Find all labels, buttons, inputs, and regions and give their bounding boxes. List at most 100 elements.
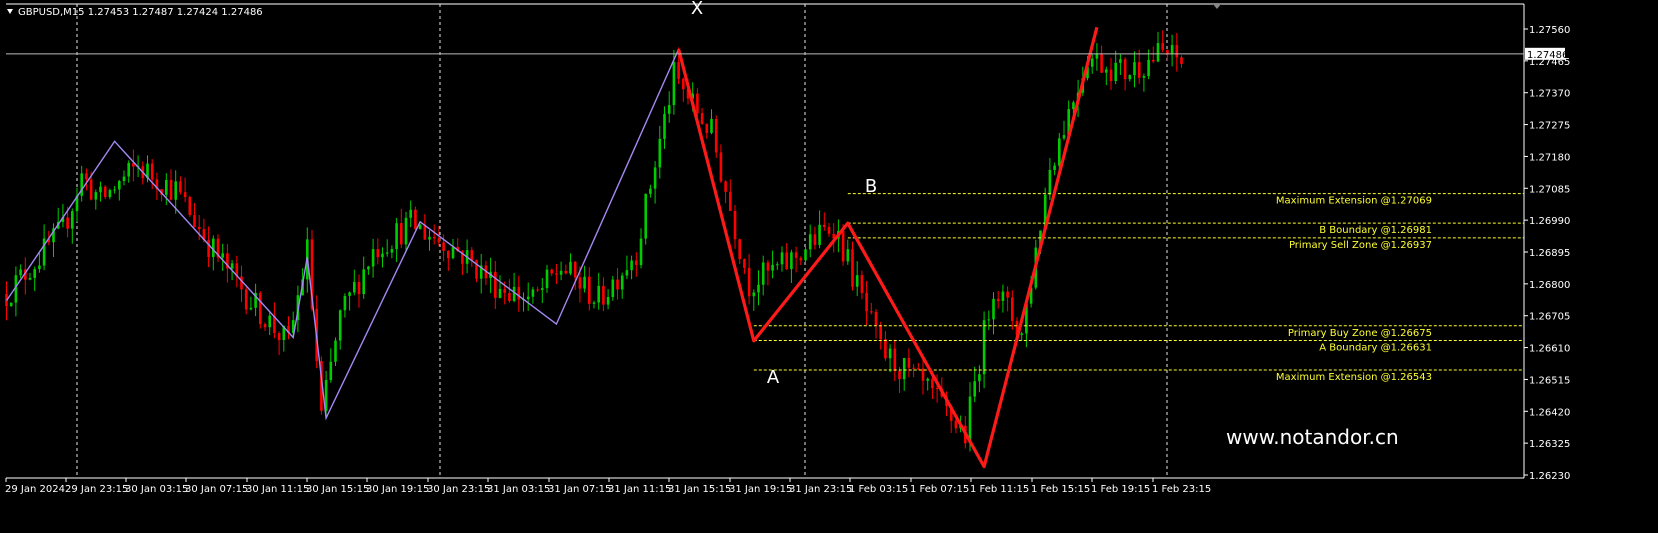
candle-body [719, 152, 723, 182]
x-tick-label: 30 Jan 19:15 [366, 484, 429, 495]
candle-body [827, 227, 831, 234]
x-tick-label: 31 Jan 03:15 [487, 484, 550, 495]
candle-body [353, 282, 356, 293]
candle-body [761, 262, 765, 285]
candle-body [174, 181, 177, 200]
candle-body [766, 262, 770, 271]
candle-body [860, 275, 864, 293]
candle-body [865, 292, 868, 312]
candle-body [244, 289, 248, 310]
candle-body [907, 358, 911, 368]
x-tick-label: 1 Feb 23:15 [1152, 484, 1211, 495]
level-label: Primary Buy Zone @1.26675 [1288, 328, 1432, 339]
chart-background [0, 0, 1658, 529]
candle-body [1062, 135, 1066, 139]
candle-body [371, 249, 375, 267]
candle-body [639, 238, 643, 266]
candle-body [99, 186, 102, 193]
candle-body [451, 247, 455, 259]
candle-body [113, 189, 116, 191]
price-chart[interactable]: Maximum Extension @1.27069 B Boundary @1.… [0, 0, 1658, 529]
candle-body [757, 284, 760, 293]
candle-body [197, 226, 201, 230]
candle-body [1119, 59, 1122, 63]
candle-body [893, 348, 897, 371]
candle-body [508, 292, 511, 302]
chart-window[interactable]: Maximum Extension @1.27069 B Boundary @1.… [0, 0, 1658, 529]
y-tick-label: 1.26515 [1529, 375, 1570, 386]
candle-body [127, 162, 130, 177]
candle-body [700, 113, 704, 124]
y-tick-label: 1.27085 [1529, 184, 1570, 195]
candle-body [1072, 102, 1075, 110]
candle-body [785, 252, 788, 270]
candle-body [658, 138, 662, 168]
candle-body [188, 197, 192, 216]
candle-body [33, 269, 36, 278]
candle-body [545, 269, 549, 289]
x-tick-label: 1 Feb 15:15 [1031, 484, 1090, 495]
candle-body [1006, 291, 1009, 298]
y-tick-label: 1.26420 [1529, 407, 1570, 418]
candle-body [569, 261, 572, 274]
candle-body [978, 374, 981, 382]
candle-body [954, 420, 958, 429]
candle-body [103, 186, 107, 197]
candle-body [931, 378, 934, 389]
candle-body [381, 253, 384, 258]
candle-body [1109, 69, 1113, 82]
candle-body [1095, 53, 1099, 59]
candle-body [635, 260, 638, 266]
candle-body [470, 250, 474, 261]
candle-body [19, 269, 22, 276]
candle-body [526, 296, 530, 300]
candle-body [616, 279, 619, 290]
candle-body [1147, 59, 1150, 77]
candle-body [334, 340, 337, 362]
candle-body [541, 288, 544, 290]
candle-body [973, 381, 976, 397]
candle-body [714, 118, 718, 153]
y-tick-label: 1.27560 [1529, 25, 1570, 36]
candle-body [404, 217, 408, 245]
candle-body [794, 252, 798, 258]
candle-body [588, 276, 591, 304]
candle-body [498, 288, 502, 298]
candle-body [230, 263, 234, 269]
candle-body [611, 279, 615, 297]
candle-body [1105, 69, 1108, 73]
candle-body [851, 249, 854, 287]
y-tick-label: 1.27180 [1529, 152, 1570, 163]
level-label: Maximum Extension @1.27069 [1276, 196, 1432, 207]
candle-body [564, 270, 568, 274]
candle-body [808, 234, 812, 250]
candle-body [28, 277, 32, 280]
candle-body [902, 358, 906, 380]
candle-body [376, 249, 380, 258]
candle-body [183, 192, 187, 198]
candle-body [1090, 58, 1094, 67]
candle-body [841, 230, 845, 262]
y-tick-label: 1.26705 [1529, 312, 1570, 323]
candle-body [263, 324, 267, 328]
candle-body [1058, 138, 1061, 166]
candle-body [813, 234, 817, 245]
candle-body [1161, 43, 1164, 50]
candle-body [799, 257, 803, 261]
candle-body [804, 249, 807, 261]
candle-body [663, 113, 666, 139]
candle-body [559, 270, 563, 275]
candle-body [1142, 76, 1146, 78]
candle-body [503, 288, 506, 293]
candle-body [1133, 62, 1136, 76]
candle-body [935, 388, 939, 390]
candle-body [1128, 75, 1132, 80]
candle-body [771, 264, 774, 271]
candle-body [367, 266, 370, 270]
candle-body [1011, 297, 1014, 321]
x-tick-label: 1 Feb 19:15 [1091, 484, 1150, 495]
candle-body [705, 123, 709, 133]
candle-body [1175, 45, 1179, 58]
candle-body [1020, 333, 1023, 335]
candle-body [1053, 165, 1056, 170]
